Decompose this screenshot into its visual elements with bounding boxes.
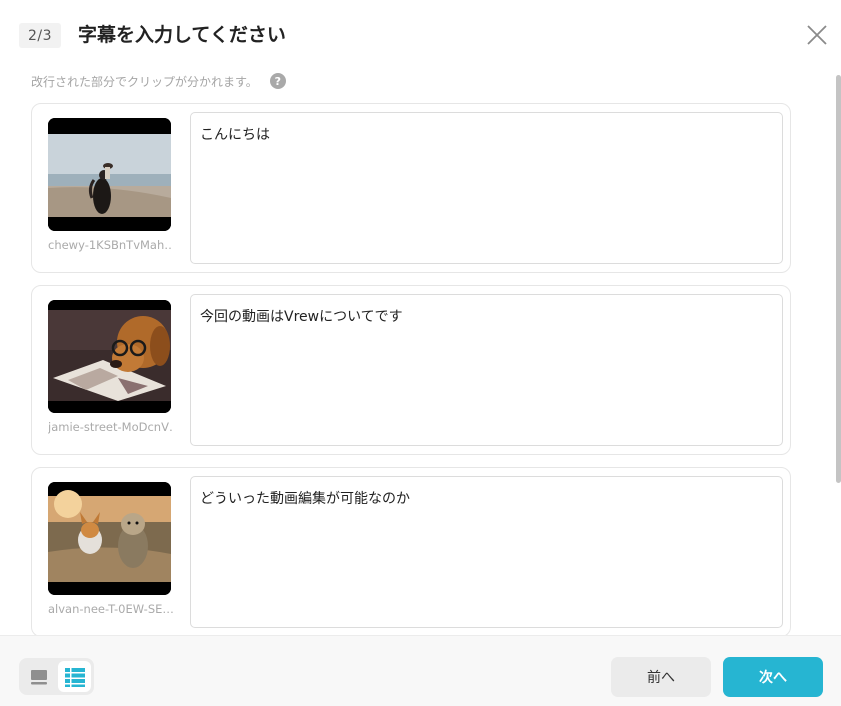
clip-card: jamie-street-MoDcnV… 今回の動画はVrewについてです	[31, 285, 791, 455]
list-view-icon[interactable]	[58, 661, 91, 692]
step-indicator: 2/3	[19, 23, 61, 48]
dialog-header: 2/3 字幕を入力してください	[0, 0, 841, 70]
close-icon[interactable]	[805, 23, 829, 47]
clip-filename: chewy-1KSBnTvMah…	[48, 238, 173, 252]
clip-list: chewy-1KSBnTvMah… こんにちは jamie-street-MoD…	[0, 95, 841, 635]
dialog-title: 字幕を入力してください	[78, 24, 286, 46]
caption-input[interactable]: こんにちは	[190, 112, 783, 264]
hint-text: 改行された部分でクリップが分かれます。	[31, 74, 258, 89]
view-mode-toggle	[19, 658, 94, 695]
clip-filename: jamie-street-MoDcnV…	[48, 420, 173, 434]
next-button[interactable]: 次へ	[723, 657, 823, 697]
clip-thumbnail	[48, 300, 171, 413]
clip-card: chewy-1KSBnTvMah… こんにちは	[31, 103, 791, 273]
hint-row: 改行された部分でクリップが分かれます。 ?	[31, 71, 286, 91]
caption-input[interactable]: 今回の動画はVrewについてです	[190, 294, 783, 446]
single-view-icon[interactable]	[22, 661, 55, 692]
previous-button[interactable]: 前へ	[611, 657, 711, 697]
clip-card: alvan-nee-T-0EW-SE… どういった動画編集が可能なのか	[31, 467, 791, 635]
dialog-footer: 前へ 次へ	[0, 635, 841, 706]
clip-thumbnail	[48, 118, 171, 231]
caption-input[interactable]: どういった動画編集が可能なのか	[190, 476, 783, 628]
clip-filename: alvan-nee-T-0EW-SE…	[48, 602, 173, 616]
help-icon[interactable]: ?	[269, 73, 286, 89]
clip-thumbnail	[48, 482, 171, 595]
